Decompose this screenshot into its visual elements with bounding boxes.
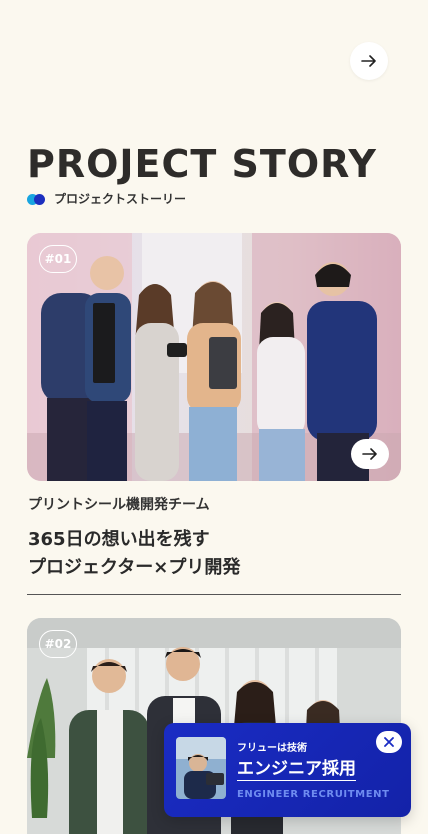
engineer-recruitment-banner[interactable]: フリューは技術 エンジニア採用 ENGINEER RECRUITMENT	[164, 723, 411, 817]
story-team-label: プリントシール機開発チーム	[28, 497, 210, 513]
story-card-image[interactable]: #01	[27, 233, 401, 481]
arrow-right-icon	[361, 55, 376, 67]
story-title-line2: プロジェクター×プリ開発	[28, 557, 241, 578]
story-title-line1: 365日の想い出を残す	[28, 529, 210, 550]
recruitment-thumbnail	[176, 737, 226, 799]
page: PROJECT STORY プロジェクトストーリー #01 プリントシール機開発…	[0, 0, 428, 834]
banner-close-button[interactable]	[376, 731, 402, 753]
recruitment-small-label: フリューは技術	[237, 743, 307, 754]
next-arrow-button[interactable]	[350, 42, 388, 80]
recruitment-main-link[interactable]: エンジニア採用	[237, 754, 356, 781]
section-title: PROJECT STORY	[27, 142, 377, 186]
close-icon	[384, 737, 394, 747]
section-subtitle-text: プロジェクトストーリー	[54, 192, 187, 206]
story-number-badge-2: #02	[39, 630, 77, 658]
recruitment-english-label: ENGINEER RECRUITMENT	[237, 789, 390, 800]
arrow-right-icon	[362, 448, 377, 460]
story-title[interactable]: 365日の想い出を残す プロジェクター×プリ開発	[28, 526, 240, 582]
brand-dots-icon	[27, 193, 47, 205]
team-photo	[27, 233, 401, 481]
story-card-arrow-button[interactable]	[351, 439, 389, 469]
story-number-badge: #01	[39, 245, 77, 273]
section-subtitle: プロジェクトストーリー	[27, 190, 186, 207]
divider	[27, 594, 401, 595]
